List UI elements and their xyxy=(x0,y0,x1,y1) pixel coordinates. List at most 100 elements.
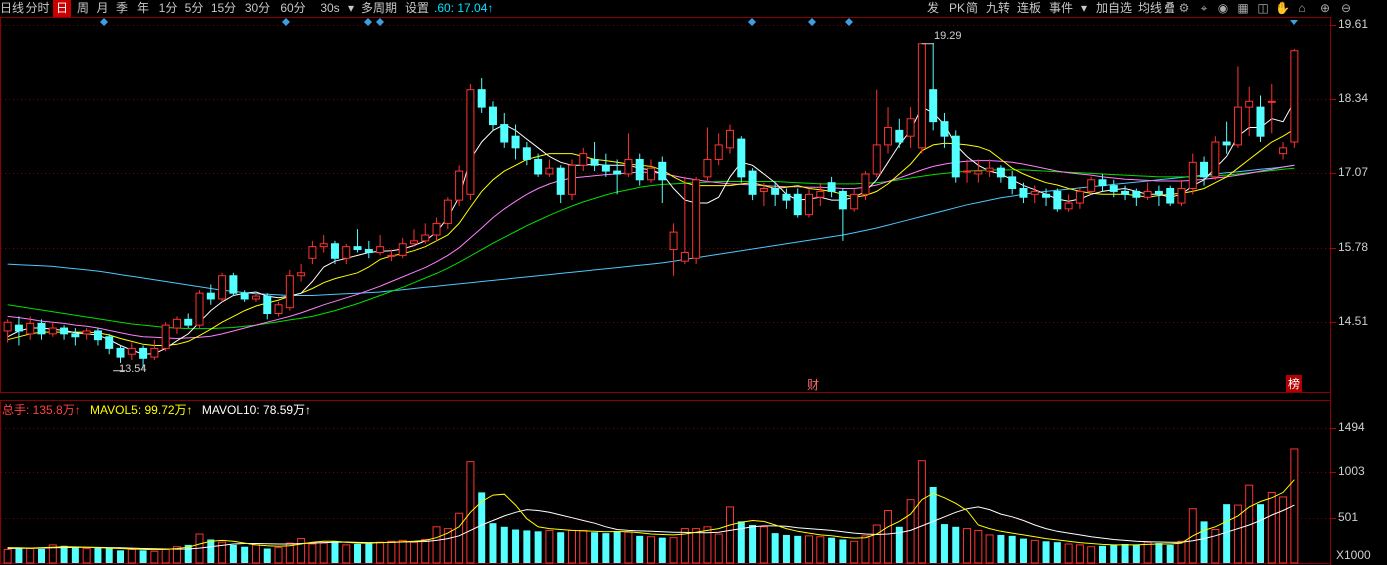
hand-icon[interactable]: ✋ xyxy=(1275,1,1290,15)
multi-period-button[interactable]: 多周期 xyxy=(359,0,399,17)
candle xyxy=(455,165,464,206)
candle xyxy=(263,293,272,320)
volume-bar xyxy=(794,535,802,563)
period-tab-8[interactable]: 5分 xyxy=(182,0,206,17)
candle xyxy=(218,272,227,302)
period-tab-12[interactable]: 30s xyxy=(315,0,345,17)
eye-icon[interactable]: ◉ xyxy=(1216,1,1230,15)
candle xyxy=(82,328,91,340)
tool-button-2[interactable]: 简 xyxy=(966,0,978,17)
volume-unit-label: X1000 xyxy=(1336,548,1371,562)
candle xyxy=(917,43,926,154)
period-dropdown-icon[interactable]: ▾ xyxy=(345,0,357,17)
event-dropdown-icon[interactable]: ▾ xyxy=(1081,0,1087,17)
candle xyxy=(60,325,69,340)
period-tab-5[interactable]: 季 xyxy=(113,0,131,17)
period-tab-2[interactable]: 日 xyxy=(53,0,71,17)
mavol10-text: MAVOL10: 78.59万↑ xyxy=(201,403,312,417)
candle xyxy=(319,235,328,253)
lock-icon[interactable]: ⌂ xyxy=(1295,1,1309,15)
volume-bar xyxy=(15,547,23,563)
volume-bar xyxy=(884,510,893,564)
volume-bar xyxy=(567,529,576,564)
zoom-in-icon[interactable]: ⊕ xyxy=(1318,1,1332,15)
tool-button-5[interactable]: 事件 xyxy=(1049,0,1073,17)
candle xyxy=(703,127,712,183)
volume-bar xyxy=(545,529,554,564)
volume-bar xyxy=(331,541,339,563)
volume-bars xyxy=(3,448,1299,564)
candle xyxy=(71,328,80,346)
volume-bar xyxy=(1223,504,1231,563)
zoom-out-icon[interactable]: ⊖ xyxy=(1339,1,1353,15)
volume-bar xyxy=(1030,539,1039,564)
window-icon[interactable]: ◫ xyxy=(1256,1,1270,15)
volume-bar xyxy=(241,546,249,563)
candle xyxy=(184,313,193,329)
candle xyxy=(1030,185,1039,204)
candle xyxy=(793,188,802,218)
candle xyxy=(364,240,373,259)
period-tab-1[interactable]: 分时 xyxy=(25,0,50,17)
grid-icon[interactable]: ▦ xyxy=(1236,1,1250,15)
period-tab-11[interactable]: 60分 xyxy=(276,0,310,17)
mavol5-text: MAVOL5: 99.72万↑ xyxy=(90,403,193,417)
kline-chart[interactable] xyxy=(0,0,1387,565)
candle xyxy=(714,133,723,166)
volume-tick-label: 1494 xyxy=(1338,419,1365,434)
tool-button-3[interactable]: 九转 xyxy=(986,0,1010,17)
volume-bar xyxy=(354,543,362,563)
add-watchlist-button[interactable]: 加自选 xyxy=(1096,0,1132,17)
ranking-list-marker[interactable]: 榜 xyxy=(1286,375,1303,392)
volume-bar xyxy=(726,506,735,564)
period-tab-9[interactable]: 15分 xyxy=(208,0,239,17)
overlay-button[interactable]: 叠 xyxy=(1164,0,1174,17)
ma-line-button[interactable]: 均线 xyxy=(1138,0,1162,17)
candle xyxy=(150,339,159,361)
candle xyxy=(929,43,938,131)
tool-button-1[interactable]: PK xyxy=(949,0,965,17)
volume-bar xyxy=(669,537,678,564)
volume-bar xyxy=(624,531,633,564)
period-tab-4[interactable]: 月 xyxy=(94,0,111,17)
volume-bar xyxy=(1053,542,1061,563)
finance-report-marker[interactable]: 财 xyxy=(807,376,819,393)
candle xyxy=(172,316,181,334)
candle xyxy=(737,136,746,183)
candle xyxy=(590,142,599,172)
candle xyxy=(669,223,678,276)
info-diamond-icon xyxy=(282,18,290,26)
volume-bar xyxy=(26,548,35,564)
period-tab-0[interactable]: 日线 xyxy=(0,0,24,17)
volume-bar xyxy=(1110,544,1118,563)
volume-bar xyxy=(872,524,881,564)
volume-bar xyxy=(297,538,306,564)
volume-bar xyxy=(1008,535,1016,563)
tool-button-4[interactable]: 连板 xyxy=(1017,0,1041,17)
period-tab-10[interactable]: 30分 xyxy=(241,0,274,17)
candle xyxy=(692,176,701,265)
volume-bar xyxy=(997,534,1005,563)
volume-bar xyxy=(749,524,757,563)
tool-button-0[interactable]: 发 xyxy=(927,0,939,17)
target-icon[interactable]: ⌖ xyxy=(1197,1,1211,15)
gear-icon[interactable]: ⚙ xyxy=(1177,1,1191,15)
low-price-label: 13.54 xyxy=(119,363,147,375)
candle xyxy=(635,153,644,186)
volume-bar xyxy=(71,546,79,563)
volume-bar xyxy=(805,535,814,564)
candle xyxy=(14,316,23,346)
settings-button[interactable]: 设置 xyxy=(402,0,432,17)
period-tab-3[interactable]: 周 xyxy=(74,0,92,17)
volume-bar xyxy=(985,534,994,564)
volume-bar xyxy=(1075,544,1084,564)
volume-bar xyxy=(1019,538,1027,563)
candle xyxy=(342,243,351,265)
volume-bar xyxy=(376,541,385,564)
candle xyxy=(353,229,362,253)
period-tab-7[interactable]: 1分 xyxy=(156,0,180,17)
volume-bar xyxy=(613,531,621,563)
candle xyxy=(93,328,102,346)
period-tab-6[interactable]: 年 xyxy=(133,0,153,17)
candle xyxy=(161,322,170,352)
